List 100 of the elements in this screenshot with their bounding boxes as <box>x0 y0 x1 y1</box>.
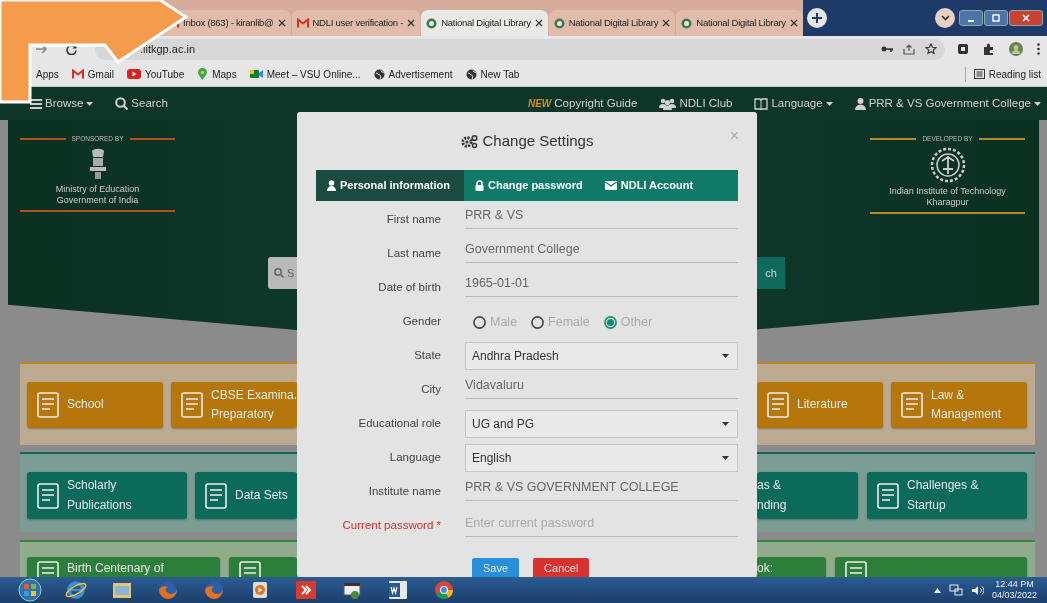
reading-list-button[interactable]: Reading list <box>964 66 1041 82</box>
caret-icon <box>722 422 729 426</box>
puzzle-icon[interactable] <box>983 43 995 55</box>
select-field[interactable]: Andhra Pradesh <box>465 342 738 370</box>
organization-name: Indian Institute of Technology Kharagpur <box>889 185 1006 208</box>
key-icon[interactable] <box>881 45 893 53</box>
bookmark-link[interactable]: Meet – VSU Online... <box>249 66 361 82</box>
category-tile[interactable]: Data Sets <box>195 472 297 519</box>
field-label: Educational role <box>357 416 441 432</box>
close-icon[interactable] <box>789 19 798 27</box>
settings-tab[interactable]: Change password <box>464 170 594 201</box>
close-icon[interactable] <box>534 19 543 27</box>
category-tile[interactable]: as & nding <box>757 472 858 519</box>
bookmark-link[interactable]: Advertisement <box>373 66 453 82</box>
clock-date: 04/03/2022 <box>991 590 1037 601</box>
caret-icon <box>722 456 729 460</box>
seal-icon <box>929 146 966 183</box>
mail-icon <box>296 18 309 28</box>
category-tile[interactable]: Challenges & Startup <box>867 472 1027 519</box>
browser-tab[interactable]: National Digital Library <box>421 10 548 36</box>
close-icon[interactable] <box>277 19 286 27</box>
plus-icon <box>811 13 822 23</box>
radio-icon[interactable] <box>531 315 545 329</box>
forward-arrow-icon[interactable] <box>36 44 48 54</box>
field-label: Date of birth <box>377 280 441 296</box>
nav-link[interactable]: NDLI Club <box>659 94 733 113</box>
browser-icon[interactable] <box>202 578 226 602</box>
nav-link[interactable]: NEW Copyright Guide <box>527 94 638 113</box>
close-icon[interactable] <box>407 19 416 27</box>
new-tab-button[interactable] <box>806 8 827 28</box>
close-icon[interactable] <box>662 19 671 27</box>
speaker-icon[interactable] <box>970 584 984 596</box>
extension-icon[interactable] <box>957 43 969 55</box>
category-tile[interactable]: Birth Centenary of <box>27 557 220 577</box>
category-tile[interactable]: Literature <box>757 382 883 428</box>
star-icon[interactable] <box>925 43 937 55</box>
settings-tab[interactable]: NDLI Account <box>593 170 705 201</box>
reading-list-icon <box>973 69 985 79</box>
search-button[interactable]: ch <box>757 257 785 289</box>
nav-link[interactable]: Browse <box>30 94 94 113</box>
radio-icon[interactable] <box>603 315 617 329</box>
password-field[interactable]: Enter current password <box>465 510 738 537</box>
tab-search-button[interactable] <box>935 8 955 28</box>
gear-icon <box>460 133 478 149</box>
caret-icon <box>722 354 729 358</box>
nav-link[interactable]: PRR & VS Government College <box>854 94 1041 113</box>
menu-dots-icon[interactable] <box>1037 43 1040 55</box>
save-button[interactable]: Save <box>472 558 520 577</box>
nav-link[interactable]: Language <box>754 94 833 113</box>
maximize-button[interactable] <box>984 10 1008 26</box>
bookmark-link[interactable]: YouTube <box>126 66 185 82</box>
ring-logo-icon <box>426 17 438 29</box>
search-icon <box>274 268 284 278</box>
browser-icon[interactable] <box>64 578 88 602</box>
category-tile[interactable]: CBSE Examina. Preparatory <box>171 382 297 428</box>
category-tile[interactable]: Law & Management <box>891 382 1027 428</box>
share-icon[interactable] <box>903 43 915 55</box>
field-label: Institute name <box>367 484 441 500</box>
network-icon[interactable] <box>948 584 963 596</box>
nav-link[interactable]: Search <box>115 94 168 113</box>
select-field[interactable]: English <box>465 444 738 472</box>
circle-logo-icon[interactable] <box>432 578 456 602</box>
avatar-icon[interactable] <box>1009 42 1023 56</box>
tray-expand-icon[interactable] <box>933 587 941 593</box>
start-button[interactable] <box>18 578 42 602</box>
category-tile[interactable]: School <box>27 382 163 428</box>
browser-tab[interactable]: National Digital Library <box>548 10 676 36</box>
person-icon <box>854 97 866 110</box>
browser-icon[interactable] <box>156 578 180 602</box>
globe-icon <box>373 68 385 80</box>
envelope-icon <box>604 181 617 190</box>
category-tile[interactable]: Scholarly Publications <box>27 472 187 519</box>
select-field[interactable]: UG and PG <box>465 410 738 438</box>
bookmark-link[interactable]: New Tab <box>465 66 520 82</box>
input-field[interactable]: Government College <box>465 237 738 263</box>
settings-tab[interactable]: Personal information <box>316 170 464 201</box>
category-tile[interactable]: ok: <box>757 557 826 577</box>
input-field[interactable]: Vidavaluru <box>465 373 738 399</box>
radio-icon[interactable] <box>473 315 486 329</box>
minimize-button[interactable] <box>959 10 983 26</box>
field-label: State <box>413 348 441 364</box>
mail-icon <box>71 69 84 79</box>
document-icon[interactable] <box>386 578 410 602</box>
maximize-icon <box>992 14 1000 22</box>
menu-icon <box>30 98 42 109</box>
address-bar[interactable]: .iitkgp.ac.in <box>95 38 945 60</box>
close-button[interactable] <box>1009 10 1043 26</box>
bookmark-link[interactable]: Maps <box>197 66 237 82</box>
dialog-title: Change Settings <box>482 130 594 151</box>
input-field[interactable]: 1965-01-01 <box>465 271 738 297</box>
bookmark-link[interactable]: Gmail <box>71 66 114 82</box>
input-field[interactable]: PRR & VS <box>465 203 738 229</box>
browser-tab[interactable]: NDLI user verification - <box>291 10 421 36</box>
browser-tab[interactable]: National Digital Library <box>676 10 803 36</box>
cancel-button[interactable]: Cancel <box>533 558 590 577</box>
video-camera-icon <box>249 69 263 79</box>
bookmark-link[interactable]: Apps <box>36 66 59 82</box>
clock-time: 12:44 PM <box>995 579 1034 590</box>
play-icon <box>126 69 141 79</box>
input-field[interactable]: PRR & VS GOVERNMENT COLLEGE <box>465 475 738 501</box>
